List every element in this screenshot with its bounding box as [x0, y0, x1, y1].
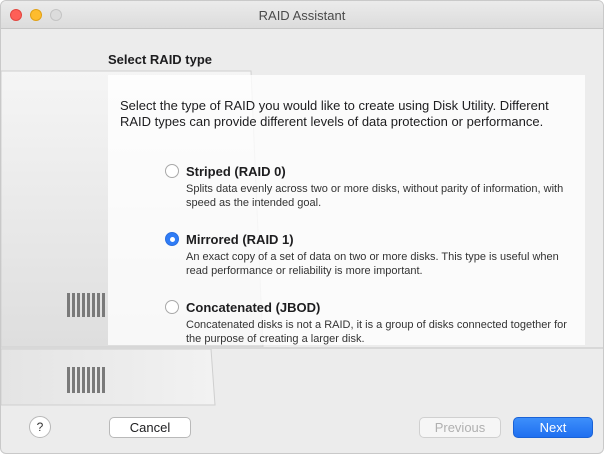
previous-button[interactable]: Previous	[419, 417, 501, 438]
window-title: RAID Assistant	[258, 8, 346, 23]
radio-button[interactable]	[165, 164, 179, 178]
option-description: Splits data evenly across two or more di…	[186, 183, 564, 209]
section-title: Select RAID type	[108, 52, 213, 67]
help-button[interactable]: ?	[29, 416, 51, 438]
option-label: Mirrored (RAID 1)	[186, 232, 294, 247]
cancel-button[interactable]: Cancel	[109, 417, 191, 438]
option-label: Concatenated (JBOD)	[186, 300, 321, 315]
option-label: Striped (RAID 0)	[186, 164, 286, 179]
radio-button[interactable]	[165, 300, 179, 314]
title-bar: RAID Assistant	[1, 1, 603, 29]
intro-text: Select the type of RAID you would like t…	[120, 98, 549, 129]
raid-assistant-window: RAID Assistant Select RAID type Select t…	[0, 0, 604, 454]
option-description: Concatenated disks is not a RAID, it is …	[186, 319, 567, 345]
option-description: An exact copy of a set of data on two or…	[186, 251, 559, 277]
radio-button-selected[interactable]	[165, 232, 179, 246]
next-button[interactable]: Next	[513, 417, 593, 438]
